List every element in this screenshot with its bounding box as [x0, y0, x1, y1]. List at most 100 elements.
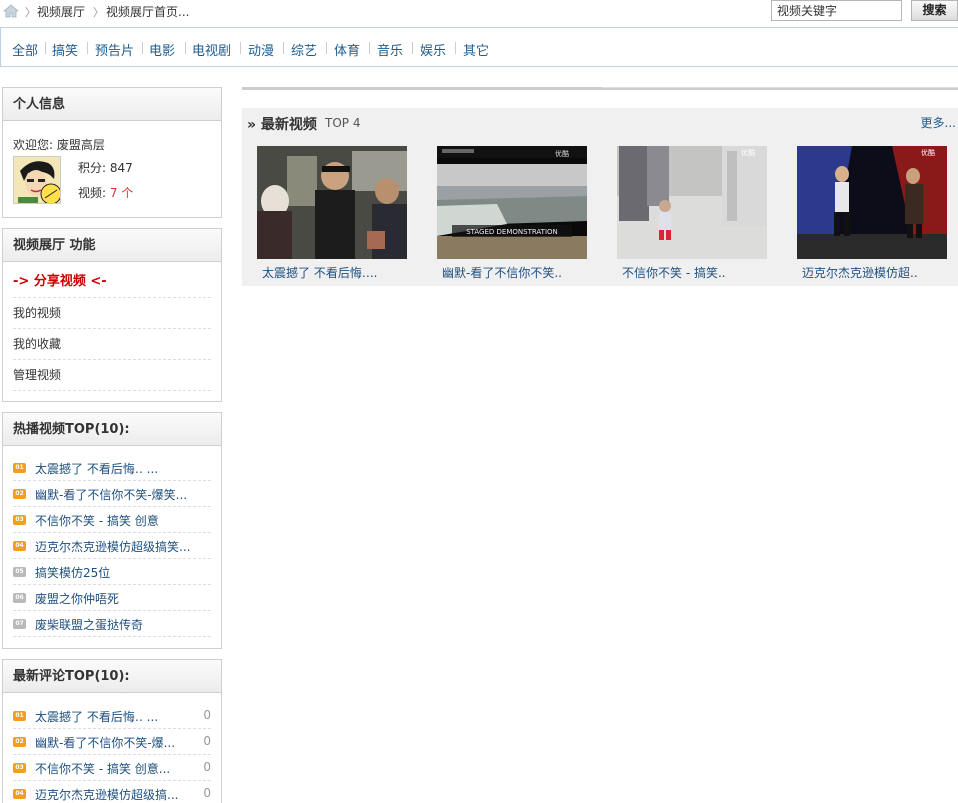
comment-count: 0 [203, 760, 211, 774]
rank-badge: 02 [13, 489, 26, 499]
breadcrumb-link-gallery[interactable]: 视频展厅 [37, 3, 85, 20]
more-link[interactable]: 更多... [921, 114, 956, 131]
thumbnail-image: 优酷 [797, 146, 947, 259]
list-item[interactable]: 05 搞笑模仿25位 [13, 559, 211, 585]
category-nav: 全部 搞笑 预告片 电影 电视剧 动漫 综艺 体育 音乐 娱乐 其它 [0, 27, 958, 67]
list-item-title[interactable]: 幽默-看了不信你不笑-爆... [35, 734, 175, 751]
latest-comments-panel: 最新评论TOP(10): 01 太震撼了 不看后悔‥ ... 0 02 幽默-看… [2, 659, 222, 803]
videos-label: 视频: [78, 186, 107, 200]
list-item[interactable]: 02 幽默-看了不信你不笑-爆笑... [13, 481, 211, 507]
video-title[interactable]: 不信你不笑 - 搞笑.. [617, 264, 767, 281]
latest-videos-subtitle: TOP 4 [325, 116, 361, 130]
category-anime[interactable]: 动漫 [248, 40, 274, 59]
my-videos-link[interactable]: 我的视频 [13, 298, 211, 329]
list-item-title[interactable]: 幽默-看了不信你不笑-爆笑... [35, 486, 187, 503]
video-thumbnail[interactable]: 优酷 [797, 146, 947, 259]
list-item[interactable]: 03 不信你不笑 - 搞笑 创意 [13, 507, 211, 533]
list-item-title[interactable]: 太震撼了 不看后悔‥ ... [35, 460, 158, 477]
category-tv-series[interactable]: 电视剧 [192, 40, 231, 59]
list-item[interactable]: 04 迈克尔杰克逊模仿超级搞笑... [13, 533, 211, 559]
category-funny[interactable]: 搞笑 [52, 40, 78, 59]
list-item-title[interactable]: 不信你不笑 - 搞笑 创意 [35, 512, 159, 529]
thumbnail-image: 优酷 [617, 146, 767, 259]
latest-videos-title-text: 最新视频 [260, 117, 317, 133]
video-card[interactable]: 优酷 STAGED DEMONSTRATION 幽默-看了不信你不笑.. [437, 146, 587, 281]
list-item[interactable]: 03 不信你不笑 - 搞笑 创意... 0 [13, 755, 211, 781]
thumbnail-watermark: 优酷 [921, 148, 935, 157]
list-item[interactable]: 01 太震撼了 不看后悔‥ ... 0 [13, 703, 211, 729]
list-item[interactable]: 04 迈克尔杰克逊模仿超级搞... 0 [13, 781, 211, 803]
list-item-title[interactable]: 迈克尔杰克逊模仿超级搞... [35, 786, 178, 803]
category-variety[interactable]: 综艺 [291, 40, 317, 59]
list-item-title[interactable]: 废柴联盟之蛋挞传奇 [35, 616, 143, 633]
category-other[interactable]: 其它 [463, 40, 489, 59]
top-bar: 〉 视频展厅 〉 视频展厅首页... 搜索 [0, 0, 958, 24]
category-divider [412, 42, 413, 54]
videos-count[interactable]: 7 个 [110, 186, 133, 200]
list-item-title[interactable]: 太震撼了 不看后悔‥ ... [35, 708, 158, 725]
profile-panel: 个人信息 欢迎您: 废盟高层 积分: 847 视频: 7 个 [2, 87, 222, 218]
thumbnail-watermark: 优酷 [741, 148, 755, 157]
rank-badge: 04 [13, 789, 26, 799]
breadcrumb-separator: 〉 [93, 6, 104, 19]
list-item-title[interactable]: 不信你不笑 - 搞笑 创意... [35, 760, 170, 777]
points-label: 积分: [78, 161, 107, 175]
avatar[interactable] [13, 156, 61, 204]
list-item-title[interactable]: 搞笑模仿25位 [35, 564, 110, 581]
video-card[interactable]: 优酷 迈克尔杰克逊模仿超.. [797, 146, 947, 281]
avatar-image [14, 157, 60, 203]
category-all[interactable]: 全部 [12, 40, 38, 59]
hot-videos-panel: 热播视频TOP(10): 01 太震撼了 不看后悔‥ ... 02 幽默-看了不… [2, 412, 222, 649]
list-item[interactable]: 06 废盟之你仲唔死 [13, 585, 211, 611]
category-trailer[interactable]: 预告片 [95, 40, 134, 59]
video-title[interactable]: 太震撼了 不看后悔‥.. [257, 264, 407, 281]
category-divider [455, 42, 456, 54]
latest-videos-panel: » 最新视频 TOP 4 更多... 太震撼了 不看后悔‥.. 优酷 STAGE… [242, 108, 958, 286]
category-movie[interactable]: 电影 [149, 40, 175, 59]
rank-badge: 03 [13, 515, 26, 525]
list-item[interactable]: 02 幽默-看了不信你不笑-爆... 0 [13, 729, 211, 755]
video-title[interactable]: 幽默-看了不信你不笑.. [437, 264, 587, 281]
content-divider-light [602, 87, 958, 88]
latest-videos-header: » 最新视频 TOP 4 更多... [242, 108, 958, 138]
category-divider [283, 42, 284, 54]
rank-badge: 05 [13, 567, 26, 577]
category-divider [142, 42, 143, 54]
category-divider [240, 42, 241, 54]
video-thumbnail[interactable]: 优酷 STAGED DEMONSTRATION [437, 146, 587, 259]
list-item[interactable]: 01 太震撼了 不看后悔‥ ... [13, 455, 211, 481]
video-card[interactable]: 优酷 不信你不笑 - 搞笑.. [617, 146, 767, 281]
comment-count: 0 [203, 734, 211, 748]
thumbnail-image: 优酷 STAGED DEMONSTRATION [437, 146, 587, 259]
my-favorites-link[interactable]: 我的收藏 [13, 329, 211, 360]
category-divider [185, 42, 186, 54]
list-item-title[interactable]: 迈克尔杰克逊模仿超级搞笑... [35, 538, 190, 555]
video-title[interactable]: 迈克尔杰克逊模仿超.. [797, 264, 947, 281]
manage-videos-link[interactable]: 管理视频 [13, 360, 211, 391]
thumbnail-watermark: 优酷 [555, 149, 569, 158]
rank-badge: 06 [13, 593, 26, 603]
rank-badge: 01 [13, 711, 26, 721]
video-thumbnail[interactable]: 优酷 [617, 146, 767, 259]
category-entertainment[interactable]: 娱乐 [420, 40, 446, 59]
list-item[interactable]: 07 废柴联盟之蛋挞传奇 [13, 611, 211, 637]
search-input[interactable] [771, 0, 902, 21]
share-video-link[interactable]: -> 分享视频 <- [13, 267, 211, 298]
videos-stat: 视频: 7 个 [78, 184, 133, 201]
functions-panel-title: 视频展厅 功能 [3, 229, 221, 262]
list-item-title[interactable]: 废盟之你仲唔死 [35, 590, 119, 607]
rank-badge: 02 [13, 737, 26, 747]
home-icon[interactable] [3, 4, 19, 18]
comment-count: 0 [203, 786, 211, 800]
video-thumbnail[interactable] [257, 146, 407, 259]
latest-videos-title: » 最新视频 [247, 117, 317, 133]
breadcrumb-separator: 〉 [25, 6, 36, 19]
rank-badge: 04 [13, 541, 26, 551]
thumbnail-image [257, 146, 407, 259]
category-sports[interactable]: 体育 [334, 40, 360, 59]
category-music[interactable]: 音乐 [377, 40, 403, 59]
category-divider [87, 42, 88, 54]
thumbnail-caption: STAGED DEMONSTRATION [466, 228, 558, 236]
video-card[interactable]: 太震撼了 不看后悔‥.. [257, 146, 407, 281]
search-button[interactable]: 搜索 [911, 0, 958, 21]
